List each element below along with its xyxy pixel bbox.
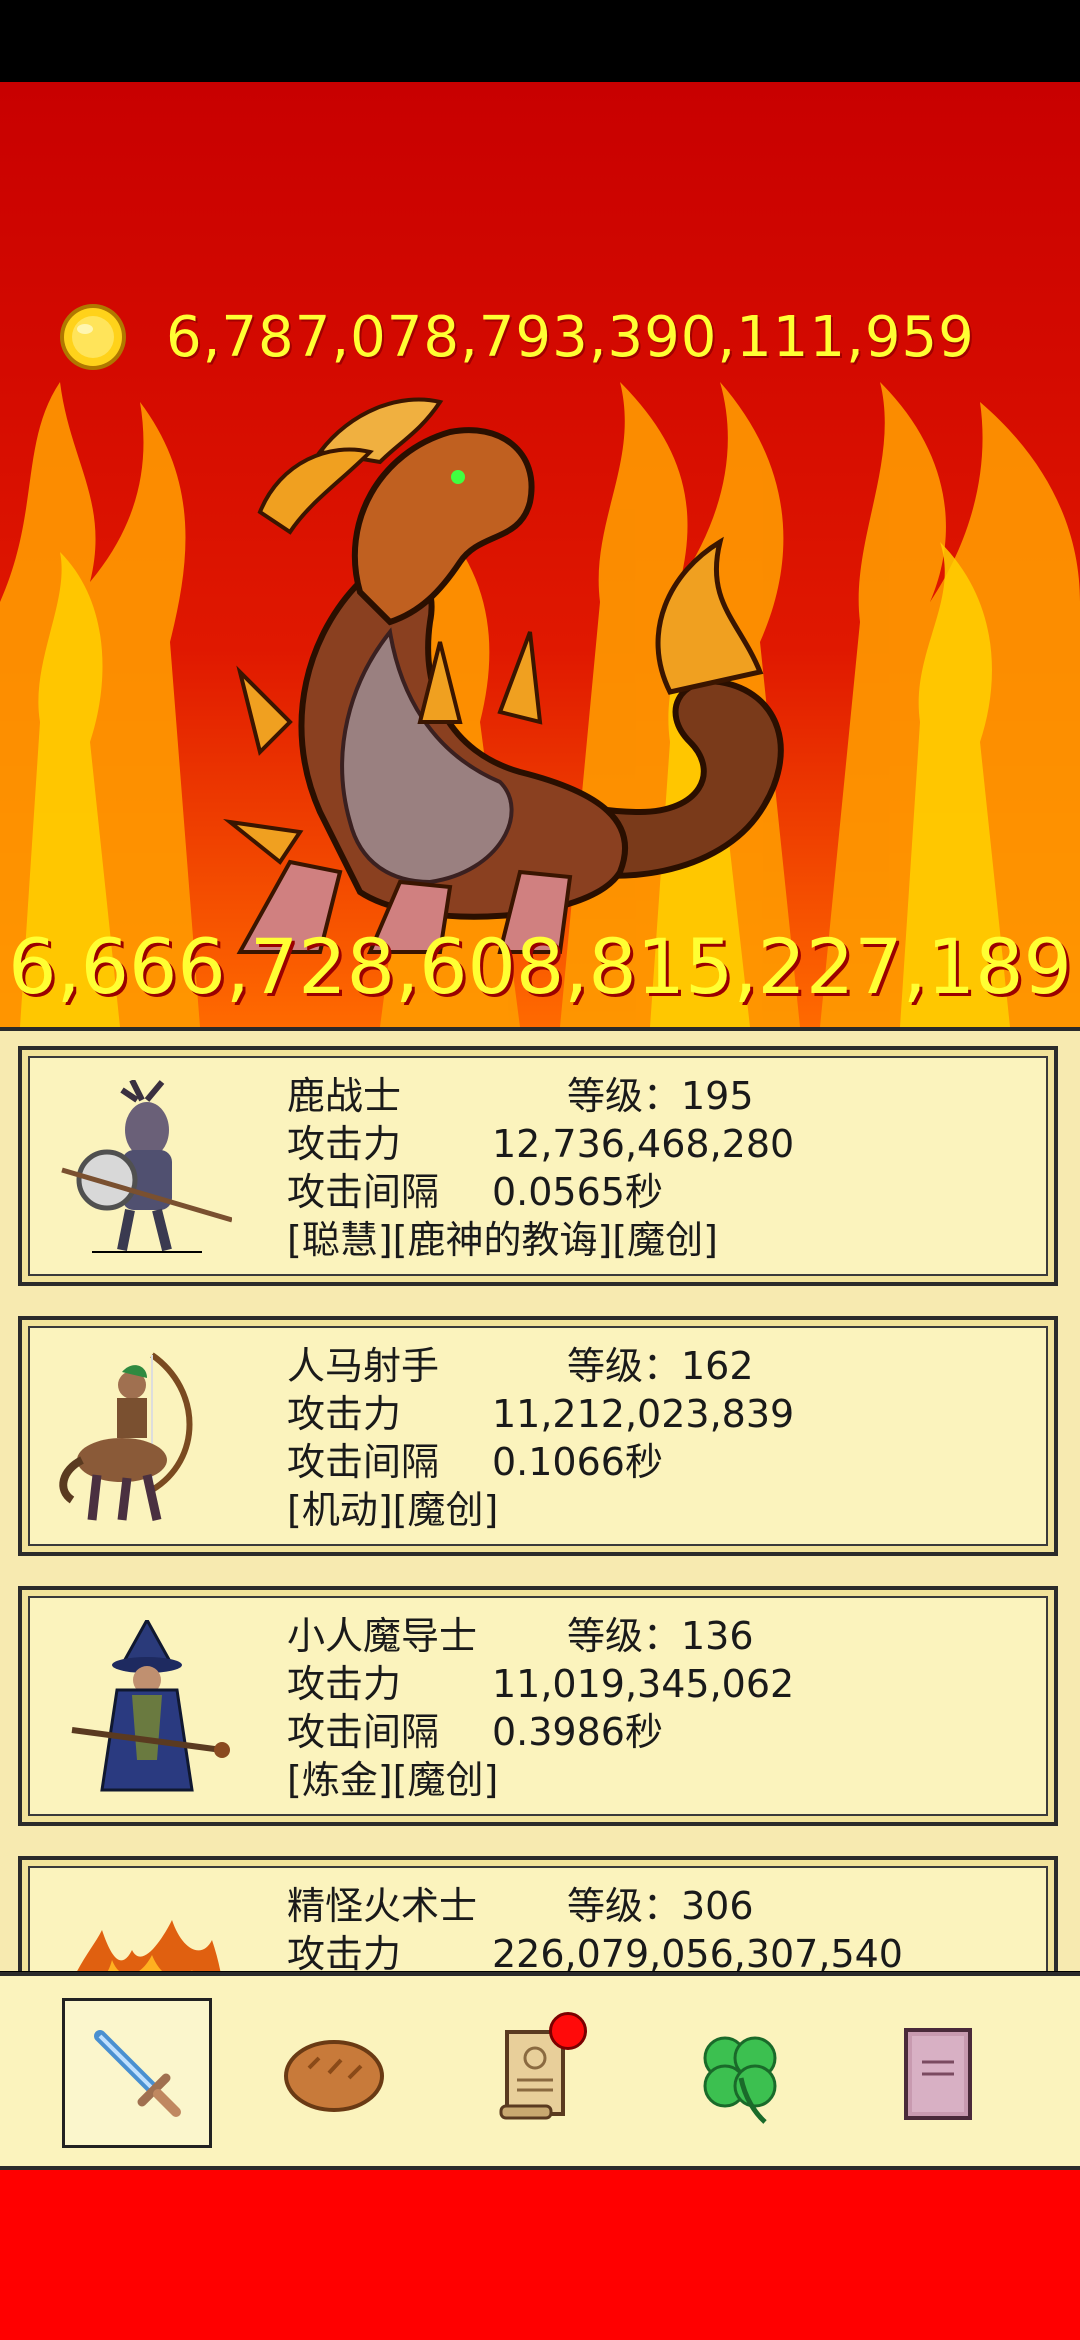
attack-value: 12,736,468,280 — [492, 1122, 795, 1166]
interval-label: 攻击间隔 — [287, 1170, 440, 1214]
hero-level: 等级：162 — [567, 1344, 754, 1388]
gold-amount: 6,787,078,793,390,111,959 — [166, 304, 975, 370]
gold-coin-icon — [60, 304, 126, 370]
nav-food-tab[interactable] — [259, 1998, 409, 2148]
hero-level: 等级：136 — [567, 1614, 754, 1658]
hero-card-fire-sprite[interactable]: 精怪火术士 等级：306 攻击力 226,079,056,307,540 — [18, 1856, 1058, 1971]
hero-name: 鹿战士 — [287, 1074, 402, 1118]
footer-bar — [0, 2170, 1080, 2340]
hero-tags: [炼金][魔创] — [287, 1758, 499, 1802]
clover-icon — [703, 2036, 777, 2124]
attack-label: 攻击力 — [287, 1932, 402, 1971]
hero-list[interactable]: 鹿战士 等级：195 攻击力 12,736,468,280 攻击间隔 0.0565秒 … — [0, 1027, 1080, 1971]
hero-tags: [机动][魔创] — [287, 1488, 499, 1532]
hero-name: 人马射手 — [287, 1344, 440, 1388]
sword-icon — [94, 2030, 181, 2117]
centaur-archer-icon — [59, 1352, 193, 1521]
attack-value: 226,079,056,307,540 — [492, 1932, 903, 1971]
notification-badge — [549, 2012, 587, 2050]
deer-warrior-icon — [61, 1080, 232, 1253]
interval-value: 0.0565秒 — [492, 1170, 663, 1214]
attack-value: 11,212,023,839 — [492, 1392, 795, 1436]
hero-level: 等级：306 — [567, 1884, 754, 1928]
hero-name: 小人魔导士 — [287, 1614, 478, 1658]
hero-card-centaur-archer[interactable]: 人马射手 等级：162 攻击力 11,212,023,839 攻击间隔 0.1066秒… — [18, 1316, 1058, 1556]
interval-label: 攻击间隔 — [287, 1440, 440, 1484]
nav-luck-tab[interactable] — [665, 1998, 815, 2148]
dwarf-mage-icon — [71, 1620, 230, 1792]
nav-heroes-tab[interactable] — [62, 1998, 212, 2148]
hero-card-dwarf-mage[interactable]: 小人魔导士 等级：136 攻击力 11,019,345,062 攻击间隔 0.3986… — [18, 1586, 1058, 1826]
hero-tags: [聪慧][鹿神的教诲][魔创] — [287, 1218, 718, 1262]
interval-value: 0.1066秒 — [492, 1440, 663, 1484]
nav-quest-tab[interactable] — [459, 1998, 609, 2148]
hero-info: 人马射手 等级：162 攻击力 11,212,023,839 攻击间隔 0.1066秒… — [287, 1342, 794, 1534]
attack-label: 攻击力 — [287, 1662, 402, 1706]
interval-label: 攻击间隔 — [287, 1710, 440, 1754]
boss-hp: 6,666,728,608,815,227,189 — [8, 922, 1072, 1011]
hero-card-deer-warrior[interactable]: 鹿战士 等级：195 攻击力 12,736,468,280 攻击间隔 0.0565秒 … — [18, 1046, 1058, 1286]
hero-name: 精怪火术士 — [287, 1884, 478, 1928]
fire-sprite-icon — [77, 1920, 221, 1971]
attack-label: 攻击力 — [287, 1392, 402, 1436]
hero-info: 小人魔导士 等级：136 攻击力 11,019,345,062 攻击间隔 0.3986… — [287, 1612, 794, 1804]
bread-icon — [284, 2040, 384, 2112]
hero-info: 精怪火术士 等级：306 攻击力 226,079,056,307,540 — [287, 1882, 903, 1971]
book-icon — [904, 2028, 972, 2120]
hero-info: 鹿战士 等级：195 攻击力 12,736,468,280 攻击间隔 0.0565秒 … — [287, 1072, 794, 1264]
battle-area[interactable]: 6,787,078,793,390,111,959 6,666,728,608,… — [0, 82, 1080, 1027]
attack-label: 攻击力 — [287, 1122, 402, 1166]
attack-value: 11,019,345,062 — [492, 1662, 795, 1706]
status-bar — [0, 0, 1080, 82]
hero-level: 等级：195 — [567, 1074, 754, 1118]
interval-value: 0.3986秒 — [492, 1710, 663, 1754]
nav-book-tab[interactable] — [862, 1998, 1012, 2148]
gold-counter: 6,787,078,793,390,111,959 — [58, 297, 975, 377]
fire-dragon-boss[interactable] — [200, 392, 900, 972]
bottom-nav — [0, 1972, 1080, 2170]
